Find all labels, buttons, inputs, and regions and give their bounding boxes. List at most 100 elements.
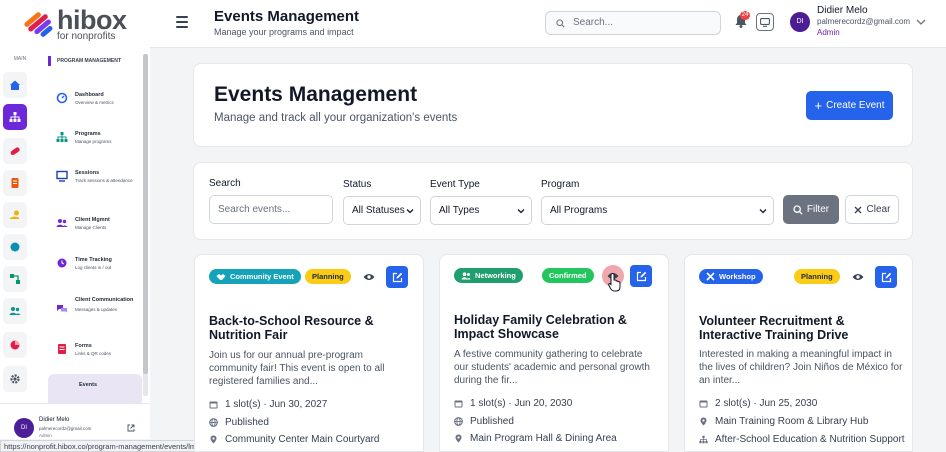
page-title: Events Management	[214, 8, 360, 25]
rail-program-management[interactable]	[3, 104, 27, 130]
plus-icon: +	[814, 98, 823, 113]
sidebar-item-label: Forms	[75, 343, 92, 349]
event-card[interactable]: Networking Confirmed Holiday Family Cele…	[439, 254, 669, 452]
create-event-button[interactable]: + Create Event	[806, 91, 893, 120]
circle-icon	[10, 242, 20, 252]
sidebar-item-client-communication[interactable]: Client Communication Messages & updates	[56, 296, 140, 315]
event-card[interactable]: Community Event Planning Back-to-School …	[194, 254, 424, 452]
display-mode-button[interactable]	[756, 13, 774, 31]
home-icon	[10, 80, 20, 90]
sidebar-item-sub: Manage Clients	[75, 225, 107, 230]
event-type-text: Networking	[475, 271, 516, 280]
brand-logo[interactable]: hibox for nonprofits	[0, 0, 150, 48]
rail-donations[interactable]	[3, 202, 27, 228]
rail-home[interactable]	[3, 72, 27, 98]
rail-fundraising[interactable]	[3, 138, 27, 164]
menu-toggle-icon[interactable]	[176, 16, 188, 28]
event-program: After-School Education & Nutrition Suppo…	[699, 434, 905, 445]
globe-icon	[454, 417, 463, 426]
filter-button[interactable]: Filter	[783, 195, 839, 224]
chat-bubbles-icon	[57, 305, 67, 313]
event-slots-date: 1 slot(s) · Jun 30, 2027	[209, 399, 327, 410]
gear-icon	[10, 374, 20, 384]
event-type-badge: Workshop	[699, 269, 763, 284]
user-role: Admin	[817, 27, 840, 37]
sidebar-item-time-tracking[interactable]: Time Tracking Log clients in / out	[56, 257, 140, 271]
chalkboard-icon	[56, 170, 68, 182]
chevron-down-icon[interactable]	[916, 18, 926, 26]
rail-volunteers[interactable]	[3, 234, 27, 260]
status-select-value: All Statuses	[352, 205, 405, 216]
sidebar-item-sub: Track sessions & attendance	[75, 178, 133, 183]
rail-grants[interactable]	[3, 170, 27, 196]
edit-event-button[interactable]	[386, 266, 408, 288]
view-event-button[interactable]	[848, 267, 868, 287]
event-location-text: Community Center Main Courtyard	[225, 434, 380, 445]
sidebar-item-forms[interactable]: Forms Links & QR codes	[56, 343, 140, 357]
view-event-button[interactable]	[359, 267, 379, 287]
event-status-badge: Planning	[305, 269, 351, 284]
status-select[interactable]: All Statuses	[343, 196, 421, 225]
calendar-icon	[454, 400, 463, 408]
sidebar-item-label: Time Tracking	[75, 257, 112, 263]
event-status-badge: Planning	[794, 269, 840, 284]
event-slots-date-text: 1 slot(s) · Jun 20, 2030	[470, 398, 573, 409]
event-publish-text: Published	[225, 417, 269, 428]
sidebar: PROGRAM MANAGEMENT Dashboard Overview & m…	[40, 48, 150, 403]
event-description: A festive community gathering to celebra…	[454, 349, 650, 386]
clear-button-label: Clear	[866, 204, 891, 215]
hibox-logo-icon	[24, 12, 53, 37]
event-search-input[interactable]: Search events...	[209, 195, 333, 224]
event-status-text: Confirmed	[549, 271, 587, 280]
search-icon	[556, 19, 565, 28]
handshake-icon	[216, 273, 226, 280]
global-search-input[interactable]: Search...	[545, 11, 721, 35]
event-type-badge: Community Event	[209, 269, 301, 284]
events-title: Events Management	[214, 83, 418, 106]
event-title[interactable]: Holiday Family Celebration & Impact Show…	[454, 313, 654, 341]
sidebar-item-sessions[interactable]: Sessions Track sessions & attendance	[56, 170, 140, 184]
create-event-label: Create Event	[826, 100, 885, 111]
clear-button[interactable]: Clear	[845, 195, 899, 224]
event-title[interactable]: Volunteer Recruitment & Interactive Trai…	[699, 314, 904, 342]
program-select[interactable]: All Programs	[541, 196, 774, 225]
event-search-placeholder: Search events...	[218, 204, 291, 215]
sitemap-icon	[699, 435, 708, 444]
edit-event-button[interactable]	[630, 265, 652, 287]
pie-chart-icon	[10, 340, 20, 350]
users-icon	[461, 271, 471, 279]
sidebar-scrollbar[interactable]	[143, 54, 148, 396]
event-publish-status: Published	[454, 416, 514, 427]
event-type-select[interactable]: All Types	[430, 196, 532, 225]
sidebar-item-programs[interactable]: Programs Manage programs	[56, 131, 140, 145]
sidebar-item-label: Dashboard	[75, 92, 104, 98]
edit-event-button[interactable]	[875, 266, 897, 288]
sidebar-item-dashboard[interactable]: Dashboard Overview & metrics	[56, 92, 140, 106]
user-avatar[interactable]: DI	[790, 12, 810, 32]
event-title[interactable]: Back-to-School Resource & Nutrition Fair	[209, 314, 409, 342]
sidebar-item-events[interactable]: Events	[48, 374, 142, 403]
filter-button-label: Filter	[806, 204, 830, 215]
rail-reports[interactable]	[3, 332, 27, 358]
rail-workflows[interactable]	[3, 266, 27, 292]
global-search-placeholder: Search...	[573, 17, 614, 28]
event-publish-text: Published	[470, 416, 514, 427]
chevron-down-icon	[406, 209, 414, 214]
user-menu[interactable]: Didier Melo palmerecordz@gmail.com Admin	[817, 5, 910, 37]
external-link-icon[interactable]	[127, 424, 135, 432]
sidebar-item-client-mgmnt[interactable]: Client Mgmnt Manage Clients	[56, 217, 140, 231]
page-subtitle: Manage your programs and impact	[214, 27, 354, 37]
event-slots-date-text: 2 slot(s) · Jun 25, 2030	[715, 398, 818, 409]
sidebar-item-sub: Manage programs	[75, 139, 112, 144]
event-card[interactable]: Workshop Planning Volunteer Recruitment …	[684, 254, 913, 452]
rail-settings[interactable]	[3, 366, 27, 392]
status-label: Status	[343, 179, 372, 190]
sidebar-user-profile[interactable]: DI Didier Melo palmerecordz@gmail.com Ad…	[0, 403, 150, 439]
rail-section-label: MAIN	[13, 56, 27, 62]
flow-icon	[10, 274, 20, 284]
sidebar-item-label: Sessions	[75, 170, 100, 176]
rail-team[interactable]	[3, 298, 27, 324]
sidebar-user-email: palmerecordz@gmail.com	[39, 426, 92, 431]
map-pin-icon	[455, 434, 462, 443]
sidebar-scrollbar-thumb[interactable]	[143, 54, 148, 374]
